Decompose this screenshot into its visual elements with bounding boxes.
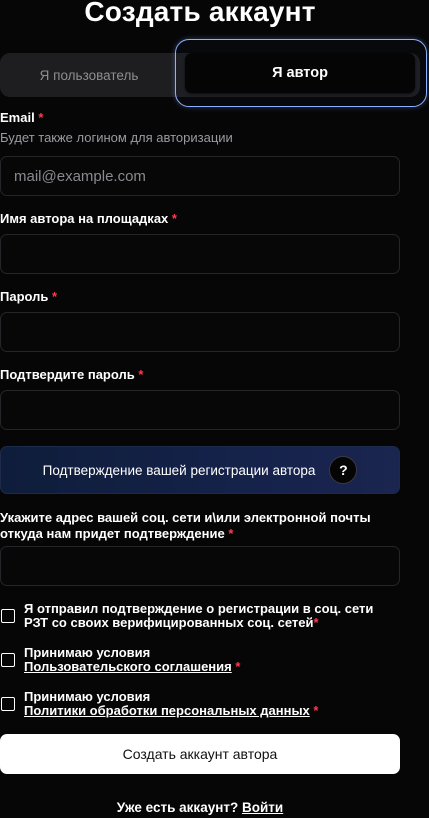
confirmation-label: Подтверждение вашей регистрации автора <box>42 462 316 478</box>
required-mark: * <box>171 211 177 226</box>
login-prompt: Уже есть аккаунт? Войти <box>0 800 400 815</box>
privacy-policy-checkbox-label: Принимаю условия Политики обработки перс… <box>24 690 318 718</box>
social-label-line1: Укажите адрес вашей соц. сети и\или элек… <box>0 510 371 525</box>
social-label: Укажите адрес вашей соц. сети и\или элек… <box>0 510 400 542</box>
email-label-text: Email <box>0 110 35 125</box>
user-agreement-link[interactable]: Пользовательского соглашения <box>24 659 232 674</box>
verification-checkbox-label: Я отправил подтверждение о регистрации в… <box>24 602 373 630</box>
required-mark: * <box>313 615 319 630</box>
author-name-field[interactable] <box>0 234 400 274</box>
privacy-policy-link[interactable]: Политики обработки персональных данных <box>24 703 310 718</box>
social-label-line2: откуда нам придет подтверждение <box>0 526 225 541</box>
password-confirm-label-text: Подтвердите пароль <box>0 367 135 382</box>
author-name-label-text: Имя автора на площадках <box>0 211 169 226</box>
privacy-policy-checkbox[interactable] <box>1 697 15 711</box>
email-label: Email * <box>0 110 43 126</box>
social-field[interactable] <box>0 546 400 586</box>
author-confirmation-banner[interactable]: Подтверждение вашей регистрации автора ? <box>0 446 400 494</box>
required-mark: * <box>235 659 241 674</box>
required-mark: * <box>228 526 234 541</box>
checkbox-label-line2: РЗТ со своих верифицированных соц. сетей <box>24 615 314 630</box>
password-field[interactable] <box>0 312 400 352</box>
page-title: Создать аккаунт <box>84 0 316 27</box>
verification-checkbox[interactable] <box>1 609 15 623</box>
help-icon[interactable]: ? <box>329 456 358 484</box>
required-mark: * <box>313 703 319 718</box>
required-mark: * <box>138 367 144 382</box>
user-agreement-checkbox[interactable] <box>1 653 15 667</box>
checkbox-label-line1: Я отправил подтверждение о регистрации в… <box>24 601 374 616</box>
tab-user[interactable]: Я пользователь <box>4 57 174 93</box>
checkbox-label-line1: Принимаю условия <box>24 645 151 660</box>
tab-author[interactable]: Я автор <box>185 53 415 93</box>
password-confirm-label: Подтвердите пароль * <box>0 367 143 383</box>
password-confirm-field[interactable] <box>0 390 400 430</box>
password-label: Пароль * <box>0 289 57 305</box>
login-link[interactable]: Войти <box>242 800 283 815</box>
checkbox-label-line1: Принимаю условия <box>24 689 151 704</box>
required-mark: * <box>52 289 58 304</box>
email-hint: Будет также логином для авторизации <box>0 130 233 145</box>
password-label-text: Пароль <box>0 289 49 304</box>
author-name-label: Имя автора на площадках * <box>0 211 177 227</box>
user-agreement-checkbox-label: Принимаю условия Пользовательского согла… <box>24 646 240 674</box>
email-field[interactable] <box>0 156 400 196</box>
login-question: Уже есть аккаунт? <box>116 800 239 815</box>
create-author-account-button[interactable]: Создать аккаунт автора <box>0 734 400 774</box>
required-mark: * <box>38 110 44 125</box>
